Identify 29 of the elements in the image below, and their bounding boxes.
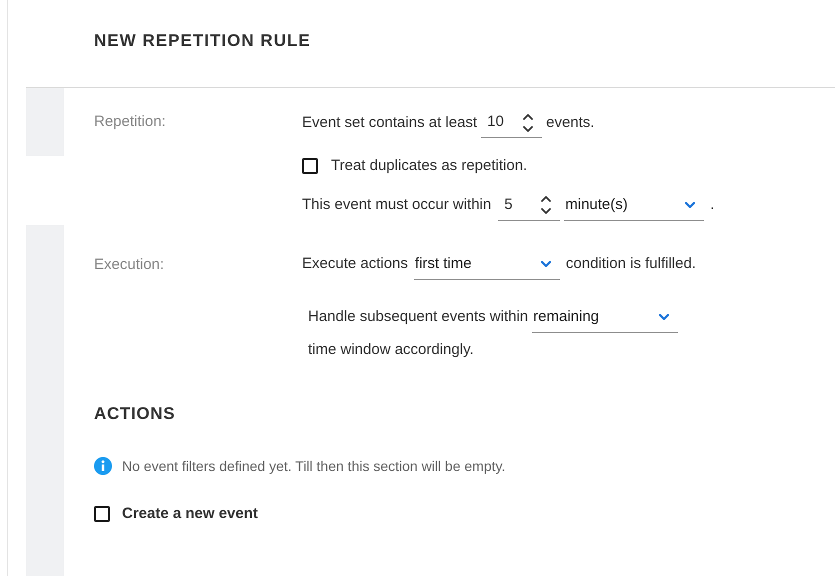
strip-background: [26, 88, 64, 156]
field-label: Execution:: [94, 254, 166, 274]
chevron-down-icon: [684, 201, 696, 209]
sentence-text: time window accordingly.: [308, 340, 475, 360]
number-field[interactable]: 10: [481, 108, 542, 138]
checkbox-label: Treat duplicates as repetition.: [331, 156, 528, 176]
dropdown[interactable]: minute(s): [564, 190, 704, 220]
sentence-text: Handle subsequent events within: [308, 307, 528, 328]
section-title: ACTIONS: [94, 403, 176, 425]
dropdown[interactable]: first time: [414, 250, 560, 280]
sentence-text: condition is fulfilled.: [566, 254, 696, 274]
sentence-text: Event set contains at least: [302, 112, 478, 133]
info-message: No event filters defined yet. Till then this section will be empty.: [122, 456, 506, 476]
sentence-text: Execute actions: [302, 254, 408, 274]
sentence-text: .: [710, 195, 714, 216]
number-field[interactable]: 5: [498, 190, 560, 220]
sentence-text: This event must occur within: [302, 195, 492, 216]
checkbox[interactable]: [94, 506, 110, 522]
checkbox[interactable]: [302, 158, 318, 174]
dropdown[interactable]: remaining: [532, 302, 678, 332]
chevron-down-icon: [658, 313, 670, 321]
chevron-down-icon: [540, 260, 552, 268]
info-icon: [94, 457, 112, 475]
stepper-icon[interactable]: [540, 194, 552, 216]
sentence-text: events.: [546, 112, 594, 133]
checkbox-label: Create a new event: [122, 504, 258, 524]
page-title: NEW REPETITION RULE: [94, 30, 311, 52]
stepper-icon[interactable]: [522, 112, 534, 134]
field-label: Repetition:: [94, 112, 167, 132]
